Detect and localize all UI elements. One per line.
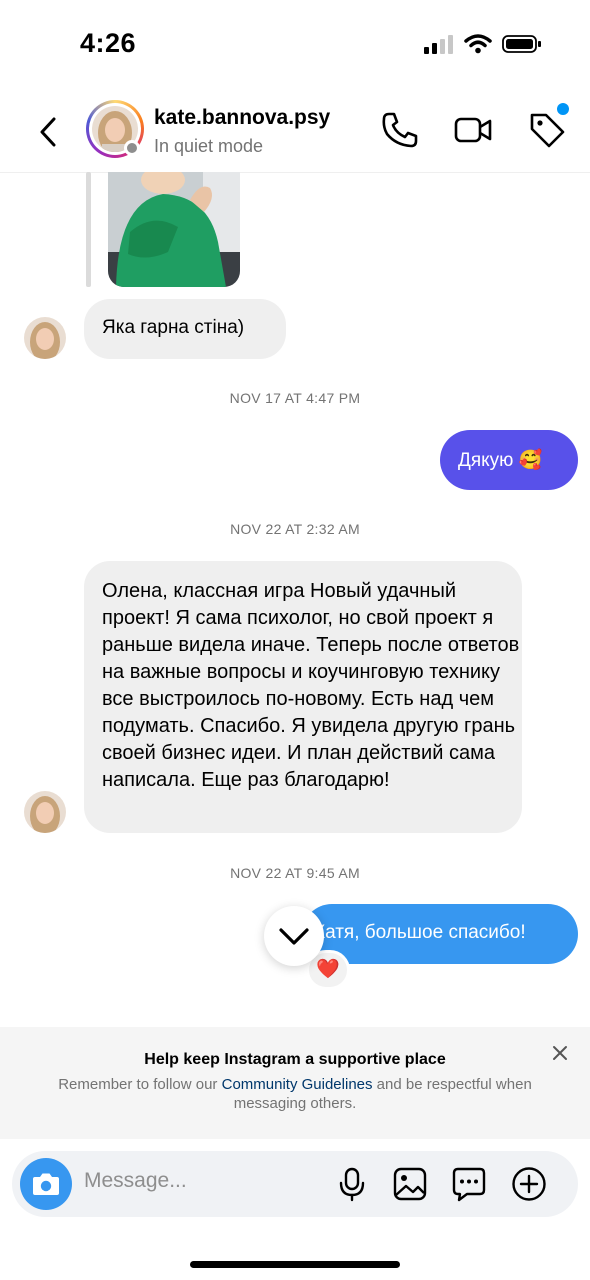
chat-status: In quiet mode bbox=[154, 136, 264, 156]
chevron-left-icon[interactable] bbox=[30, 114, 66, 150]
community-guidelines-link[interactable]: Community Guidelines bbox=[222, 1076, 373, 1093]
banner-text: Remember to follow our Community Guideli… bbox=[50, 1075, 540, 1113]
incoming-message[interactable]: Яка гарна стіна) bbox=[84, 299, 286, 359]
banner-title: Help keep Instagram a supportive place bbox=[144, 1051, 446, 1068]
reply-bar bbox=[86, 172, 91, 287]
wifi-icon bbox=[464, 34, 492, 54]
status-time: 4:26 bbox=[80, 28, 137, 58]
quiet-mode-indicator bbox=[124, 140, 140, 156]
plus-circle-icon[interactable] bbox=[510, 1165, 548, 1203]
camera-icon bbox=[33, 1173, 59, 1195]
battery-icon bbox=[502, 35, 541, 53]
video-camera-icon[interactable] bbox=[453, 110, 493, 150]
timestamp: NOV 17 AT 4:47 PM bbox=[229, 390, 361, 406]
camera-button[interactable] bbox=[20, 1158, 72, 1210]
outgoing-message[interactable]: Дякую 🥰 bbox=[440, 430, 578, 490]
community-guidelines-banner: Help keep Instagram a supportive place R… bbox=[0, 1027, 590, 1139]
banner-text-start: Remember to follow our bbox=[58, 1076, 222, 1093]
message-composer: Message... bbox=[12, 1151, 578, 1217]
sender-avatar[interactable] bbox=[24, 791, 66, 833]
message-text: Яка гарна стіна) bbox=[102, 317, 245, 338]
home-indicator bbox=[190, 1261, 400, 1268]
message-text: Дякую 🥰 bbox=[458, 450, 543, 471]
image-icon[interactable] bbox=[391, 1165, 429, 1203]
scroll-to-bottom-button[interactable] bbox=[264, 906, 324, 966]
message-text: Олена, классная игра Новый удачный проек… bbox=[102, 580, 520, 791]
chevron-down-icon bbox=[279, 928, 309, 945]
close-icon[interactable] bbox=[550, 1043, 570, 1063]
phone-icon[interactable] bbox=[380, 110, 420, 150]
notification-dot bbox=[557, 103, 569, 115]
chat-header: kate.bannova.psy In quiet mode bbox=[0, 92, 590, 173]
sender-avatar[interactable] bbox=[24, 317, 66, 359]
timestamp: NOV 22 AT 2:32 AM bbox=[230, 521, 360, 537]
status-icons bbox=[424, 34, 542, 54]
shared-photo[interactable] bbox=[108, 172, 240, 287]
chat-username[interactable]: kate.bannova.psy bbox=[154, 106, 330, 130]
message-text: Катя, большое спасибо! bbox=[314, 922, 526, 943]
message-input[interactable]: Message... bbox=[84, 1169, 187, 1193]
timestamp: NOV 22 AT 9:45 AM bbox=[230, 865, 360, 881]
microphone-icon[interactable] bbox=[333, 1165, 371, 1203]
tag-icon[interactable] bbox=[527, 110, 567, 150]
cellular-signal-icon bbox=[424, 35, 453, 54]
chat-bubble-icon[interactable] bbox=[450, 1165, 488, 1203]
